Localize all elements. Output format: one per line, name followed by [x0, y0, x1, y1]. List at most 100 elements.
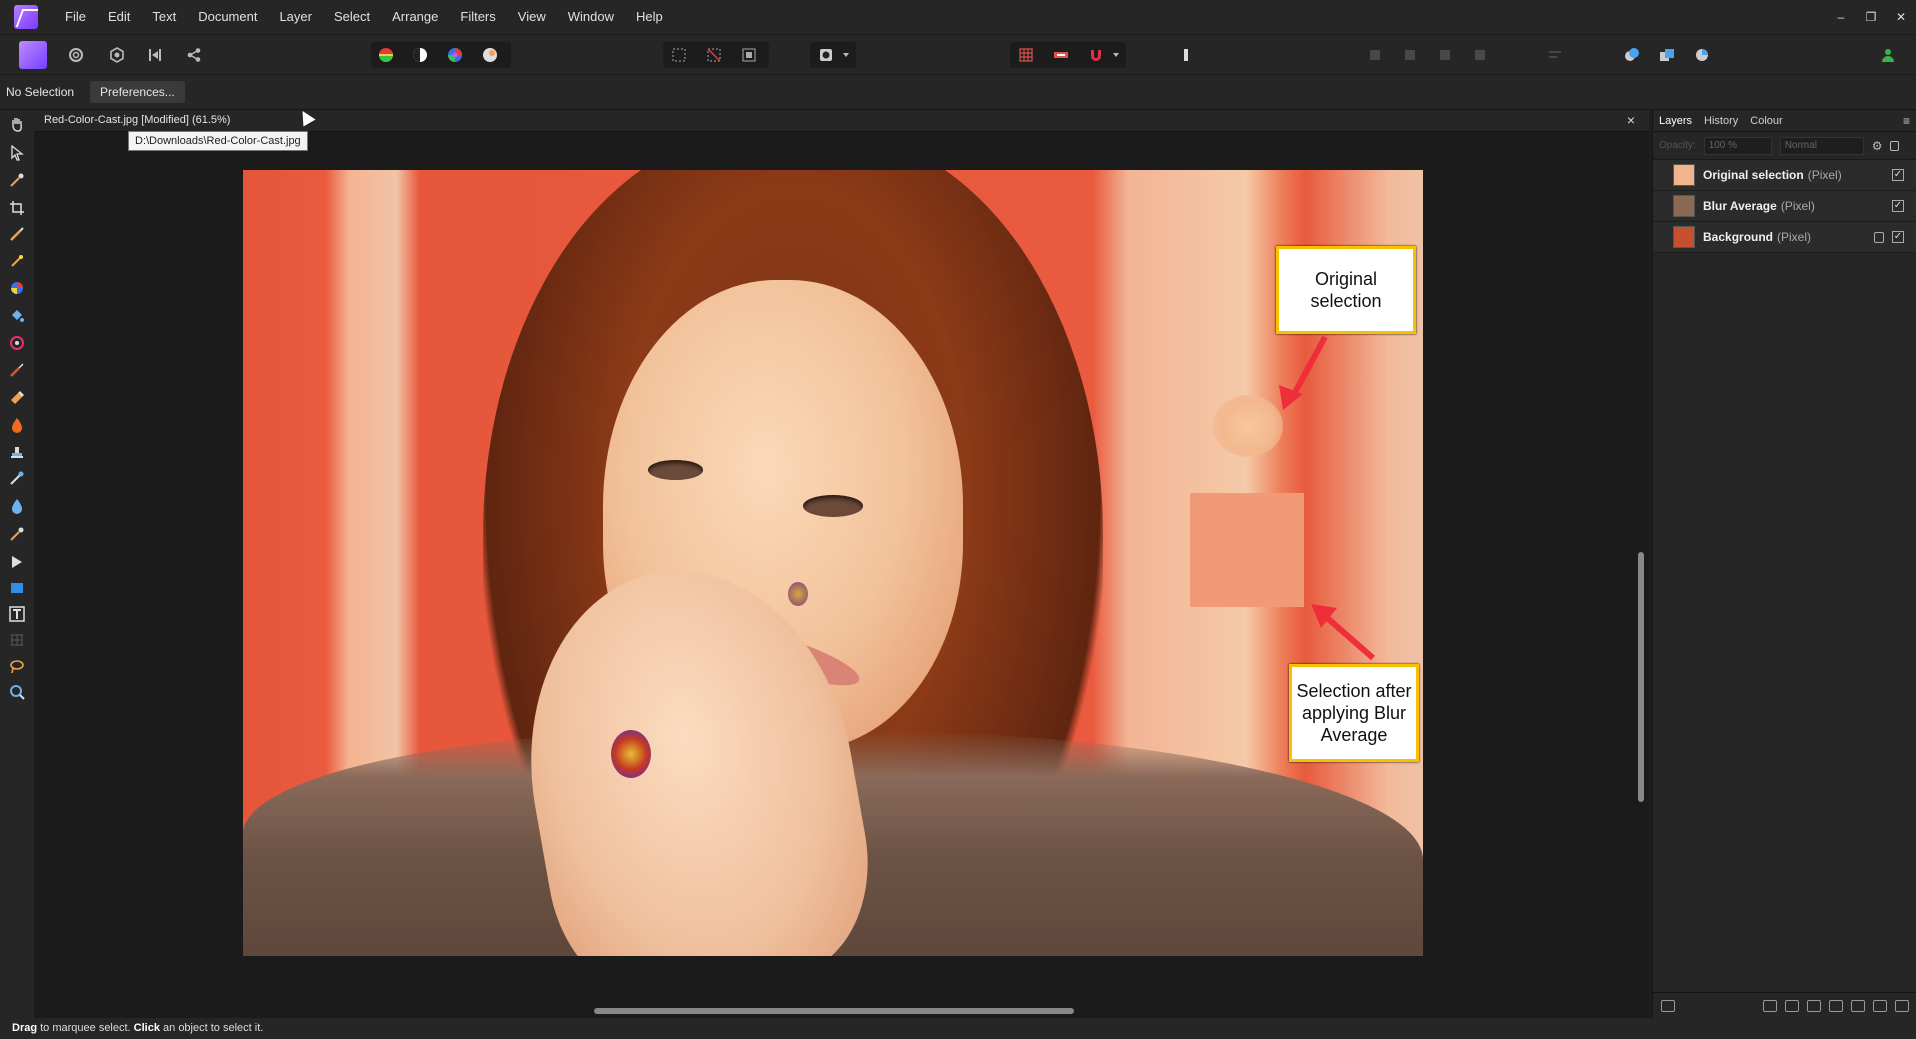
tone-mapping-persona-icon[interactable] [142, 43, 168, 67]
auto-levels-icon[interactable] [373, 43, 399, 67]
menu-select[interactable]: Select [323, 0, 381, 34]
arrange-front-icon[interactable] [1467, 43, 1493, 67]
colour-wheel-tool-icon[interactable] [7, 278, 27, 298]
image-canvas[interactable]: Original selection Selection after apply… [243, 170, 1423, 956]
tab-colour[interactable]: Colour [1744, 115, 1788, 127]
menu-filters[interactable]: Filters [449, 0, 506, 34]
user-account-icon[interactable] [1875, 43, 1901, 67]
menu-document[interactable]: Document [187, 0, 268, 34]
tab-history[interactable]: History [1698, 115, 1744, 127]
menu-help[interactable]: Help [625, 0, 674, 34]
arrange-back-icon[interactable] [1362, 43, 1388, 67]
close-window-button[interactable]: ✕ [1886, 0, 1916, 34]
color-picker-tool-icon[interactable] [7, 170, 27, 190]
selection-status: No Selection [6, 85, 75, 99]
layer-row[interactable]: Original selection (Pixel) ✓ [1653, 160, 1916, 191]
horizontal-scrollbar[interactable] [34, 1002, 1634, 1018]
blend-mode-select[interactable]: Normal [1779, 136, 1864, 155]
rectangle-tool-icon[interactable] [7, 578, 27, 598]
layer-row[interactable]: Background (Pixel) ✓ [1653, 222, 1916, 253]
liquify-persona-icon[interactable] [63, 43, 89, 67]
close-document-button[interactable]: × [1627, 112, 1635, 128]
tab-layers[interactable]: Layers [1653, 115, 1698, 127]
group-folder-icon[interactable] [1851, 999, 1865, 1012]
crop-tool-icon[interactable] [7, 198, 27, 218]
lock-icon[interactable] [1890, 140, 1900, 151]
menu-text[interactable]: Text [141, 0, 187, 34]
auto-colour-icon[interactable] [442, 43, 468, 67]
auto-white-balance-icon[interactable] [477, 43, 503, 67]
paint-brush-tool-icon[interactable] [7, 360, 27, 380]
layer-list: Original selection (Pixel) ✓ Blur Average (P… [1653, 160, 1916, 253]
panel-menu-icon[interactable]: ≡ [1903, 114, 1910, 128]
vertical-scrollbar[interactable] [1633, 132, 1649, 1002]
clone-tool-icon[interactable] [7, 442, 27, 462]
opacity-field[interactable]: 100 % [1703, 136, 1772, 155]
lock-icon[interactable] [1874, 231, 1884, 243]
fill-tool-icon[interactable] [7, 306, 27, 326]
annotation-arrows [1279, 335, 1375, 661]
dodge-burn-tool-icon[interactable] [7, 415, 27, 435]
fx-icon[interactable] [1807, 999, 1821, 1012]
gear-icon[interactable]: ⚙ [1872, 139, 1883, 153]
minimize-button[interactable]: – [1826, 0, 1856, 34]
menu-window[interactable]: Window [557, 0, 625, 34]
horizontal-scroll-thumb[interactable] [594, 1008, 1074, 1014]
layer-row[interactable]: Blur Average (Pixel) ✓ [1653, 191, 1916, 222]
arrange-backward-icon[interactable] [1397, 43, 1423, 67]
chevron-down-icon[interactable] [1109, 43, 1123, 67]
text-tool-icon[interactable] [7, 604, 27, 624]
boolean-add-icon[interactable] [1619, 43, 1645, 67]
layers-stack-icon[interactable] [1661, 999, 1675, 1012]
vertical-scroll-thumb[interactable] [1638, 552, 1644, 802]
adjustment-icon[interactable] [1785, 999, 1799, 1012]
preferences-button[interactable]: Preferences... [90, 81, 185, 103]
mask-layer-icon[interactable] [1763, 999, 1777, 1012]
gradient-tool-icon[interactable] [7, 333, 27, 353]
boolean-intersect-icon[interactable] [1689, 43, 1715, 67]
menu-arrange[interactable]: Arrange [381, 0, 449, 34]
boolean-subtract-icon[interactable] [1654, 43, 1680, 67]
smudge-tool-icon[interactable] [7, 496, 27, 516]
select-all-icon[interactable] [666, 43, 692, 67]
zoom-tool-icon[interactable] [7, 682, 27, 702]
snapping-magnet-icon[interactable] [1083, 43, 1109, 67]
restore-button[interactable]: ❐ [1856, 0, 1886, 34]
align-icon[interactable] [1542, 43, 1568, 67]
trash-icon[interactable] [1895, 999, 1909, 1012]
hand-tool-icon[interactable] [7, 114, 27, 134]
auto-contrast-icon[interactable] [407, 43, 433, 67]
chevron-down-icon[interactable] [839, 43, 853, 67]
menu-edit[interactable]: Edit [97, 0, 141, 34]
lasso-tool-icon[interactable] [7, 656, 27, 676]
menu-file[interactable]: File [54, 0, 97, 34]
flood-select-tool-icon[interactable] [7, 251, 27, 271]
quick-mask-icon[interactable] [813, 43, 839, 67]
visibility-checkbox[interactable]: ✓ [1892, 169, 1904, 181]
visibility-checkbox[interactable]: ✓ [1892, 231, 1904, 243]
menu-view[interactable]: View [507, 0, 557, 34]
assistant-icon[interactable] [1048, 43, 1074, 67]
invert-selection-icon[interactable] [736, 43, 762, 67]
selection-brush-tool-icon[interactable] [7, 224, 27, 244]
healing-brush-tool-icon[interactable] [7, 468, 27, 488]
deselect-icon[interactable] [701, 43, 727, 67]
menu-layer[interactable]: Layer [268, 0, 323, 34]
add-pixel-layer-icon[interactable] [1873, 999, 1887, 1012]
live-filter-icon[interactable] [1829, 999, 1843, 1012]
grid-icon[interactable] [1013, 43, 1039, 67]
export-persona-icon[interactable] [181, 43, 207, 67]
layer-type: (Pixel) [1777, 230, 1812, 244]
photo-persona-icon[interactable] [19, 41, 47, 69]
move-tool-icon[interactable] [7, 143, 27, 163]
develop-persona-icon[interactable] [104, 43, 130, 67]
visibility-checkbox[interactable]: ✓ [1892, 200, 1904, 212]
sponge-tool-icon[interactable] [7, 524, 27, 544]
pen-tool-icon[interactable] [7, 552, 27, 572]
document-tab[interactable]: Red-Color-Cast.jpg [Modified] (61.5%) × [34, 110, 1649, 132]
context-toolbar-icon[interactable] [1173, 43, 1199, 67]
arrange-forward-icon[interactable] [1432, 43, 1458, 67]
mesh-warp-tool-icon[interactable] [7, 630, 27, 650]
affinity-photo-logo-icon [14, 5, 38, 29]
erase-brush-tool-icon[interactable] [7, 387, 27, 407]
